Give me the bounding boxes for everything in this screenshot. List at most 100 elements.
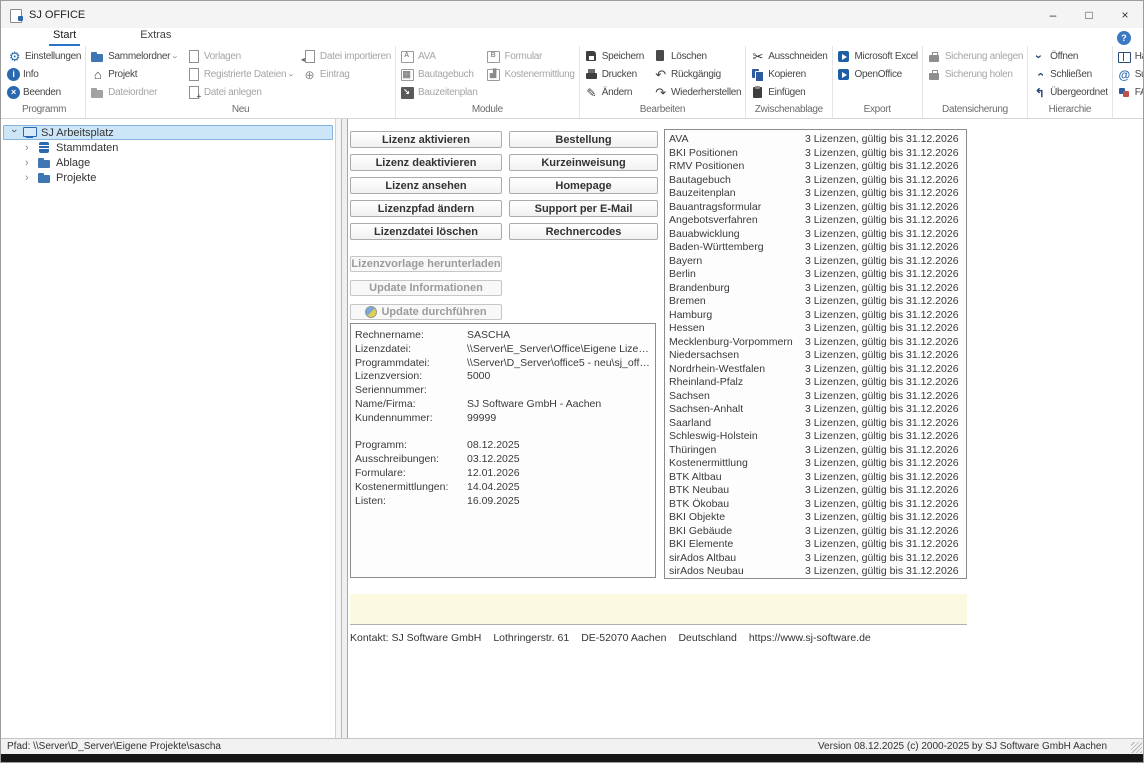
ribbon-item-sammelordner[interactable]: Sammelordner›: [90, 48, 177, 65]
license-row[interactable]: AVA3 Lizenzen, gültig bis 31.12.2026: [669, 133, 962, 147]
lizenzdatei-loschen-button[interactable]: Lizenzdatei löschen: [350, 223, 502, 240]
license-row[interactable]: Rheinland-Pfalz3 Lizenzen, gültig bis 31…: [669, 376, 962, 390]
lizenzpfad-andern-button[interactable]: Lizenzpfad ändern: [350, 200, 502, 217]
ribbon-item-faq[interactable]: FAQ: [1117, 84, 1143, 101]
lizenz-aktivieren-button[interactable]: Lizenz aktivieren: [350, 131, 502, 148]
license-row[interactable]: Angebotsverfahren3 Lizenzen, gültig bis …: [669, 214, 962, 228]
window-controls: – □ ×: [1035, 1, 1143, 28]
kurzeinweisung-button[interactable]: Kurzeinweisung: [509, 154, 658, 171]
ribbon-item-label: Eintrag: [320, 69, 350, 80]
license-row[interactable]: BKI Positionen3 Lizenzen, gültig bis 31.…: [669, 147, 962, 161]
tree-expander-icon[interactable]: ›: [25, 142, 33, 154]
license-list: AVA3 Lizenzen, gültig bis 31.12.2026BKI …: [664, 129, 967, 579]
ribbon-item-openoffice[interactable]: OpenOffice: [837, 66, 918, 83]
license-row[interactable]: sirAdos Altbau3 Lizenzen, gültig bis 31.…: [669, 552, 962, 566]
license-row[interactable]: BKI Objekte3 Lizenzen, gültig bis 31.12.…: [669, 511, 962, 525]
ribbon-item-wiederherstellen[interactable]: ↷Wiederherstellen: [653, 84, 741, 101]
ribbon-group-caption: Neu: [90, 103, 391, 118]
bestellung-button[interactable]: Bestellung: [509, 131, 658, 148]
license-row[interactable]: Bauabwicklung3 Lizenzen, gültig bis 31.1…: [669, 228, 962, 242]
license-row[interactable]: Schleswig-Holstein3 Lizenzen, gültig bis…: [669, 430, 962, 444]
license-row[interactable]: BTK Ökobau3 Lizenzen, gültig bis 31.12.2…: [669, 498, 962, 512]
ribbon-item-loschen[interactable]: Löschen: [653, 48, 741, 65]
ribbon-item-offnen[interactable]: ›Öffnen: [1032, 48, 1108, 65]
ribbon-item-andern[interactable]: ✎Ändern: [584, 84, 644, 101]
lizenz-deaktivieren-button[interactable]: Lizenz deaktivieren: [350, 154, 502, 171]
info-label: Lizenzdatei:: [355, 343, 467, 357]
info-row: Kundennummer:99999: [355, 412, 651, 426]
license-row[interactable]: Bauzeitenplan3 Lizenzen, gültig bis 31.1…: [669, 187, 962, 201]
license-row[interactable]: Bayern3 Lizenzen, gültig bis 31.12.2026: [669, 255, 962, 269]
license-row[interactable]: Thüringen3 Lizenzen, gültig bis 31.12.20…: [669, 444, 962, 458]
license-row[interactable]: Brandenburg3 Lizenzen, gültig bis 31.12.…: [669, 282, 962, 296]
info-row: Programm:08.12.2025: [355, 439, 651, 453]
license-row[interactable]: BKI Gebäude3 Lizenzen, gültig bis 31.12.…: [669, 525, 962, 539]
ribbon-item-ruckgangig[interactable]: ↶Rückgängig: [653, 66, 741, 83]
license-row[interactable]: BTK Altbau3 Lizenzen, gültig bis 31.12.2…: [669, 471, 962, 485]
license-row[interactable]: Bremen3 Lizenzen, gültig bis 31.12.2026: [669, 295, 962, 309]
license-name: BKI Positionen: [669, 147, 805, 161]
ribbon-item-projekt[interactable]: ⌂Projekt: [90, 66, 177, 83]
info-row: Rechnername:SASCHA: [355, 329, 651, 343]
ribbon-item-handbucher[interactable]: Handbücher›: [1117, 48, 1143, 65]
homepage-button[interactable]: Homepage: [509, 177, 658, 194]
license-row[interactable]: Baden-Württemberg3 Lizenzen, gültig bis …: [669, 241, 962, 255]
license-row[interactable]: Mecklenburg-Vorpommern3 Lizenzen, gültig…: [669, 336, 962, 350]
tree-expander-icon[interactable]: ›: [8, 129, 20, 137]
license-row[interactable]: Niedersachsen3 Lizenzen, gültig bis 31.1…: [669, 349, 962, 363]
ribbon-item-einstellungen[interactable]: ⚙Einstellungen: [7, 48, 81, 65]
support-per-e-mail-button[interactable]: Support per E-Mail: [509, 200, 658, 217]
tree-scrollbar[interactable]: [335, 119, 341, 738]
tab-start[interactable]: Start: [49, 29, 80, 46]
tab-extras[interactable]: Extras: [136, 29, 175, 46]
license-row[interactable]: Saarland3 Lizenzen, gültig bis 31.12.202…: [669, 417, 962, 431]
license-row[interactable]: Sachsen-Anhalt3 Lizenzen, gültig bis 31.…: [669, 403, 962, 417]
license-row[interactable]: Sachsen3 Lizenzen, gültig bis 31.12.2026: [669, 390, 962, 404]
license-row[interactable]: Kostenermittlung3 Lizenzen, gültig bis 3…: [669, 457, 962, 471]
ribbon-item-speichern[interactable]: Speichern: [584, 48, 644, 65]
tree-expander-icon[interactable]: ›: [25, 172, 33, 184]
license-row[interactable]: Bautagebuch3 Lizenzen, gültig bis 31.12.…: [669, 174, 962, 188]
ribbon-item-ubergeordnet[interactable]: ↰Übergeordnet: [1032, 84, 1108, 101]
ribbon-item-support[interactable]: @Support: [1117, 66, 1143, 83]
license-row[interactable]: RMV Positionen3 Lizenzen, gültig bis 31.…: [669, 160, 962, 174]
ribbon-item-label: Bautagebuch: [418, 69, 474, 80]
lizenz-ansehen-button[interactable]: Lizenz ansehen: [350, 177, 502, 194]
license-status: 3 Lizenzen, gültig bis 31.12.2026: [805, 498, 962, 512]
license-row[interactable]: Hamburg3 Lizenzen, gültig bis 31.12.2026: [669, 309, 962, 323]
rechnercodes-button[interactable]: Rechnercodes: [509, 223, 658, 240]
button-label: Lizenzdatei löschen: [374, 226, 478, 238]
license-row[interactable]: Bauantragsformular3 Lizenzen, gültig bis…: [669, 201, 962, 215]
tree-expander-icon[interactable]: ›: [25, 157, 33, 169]
license-row[interactable]: sirAdos Neubau3 Lizenzen, gültig bis 31.…: [669, 565, 962, 579]
delete-file-icon: [653, 49, 668, 64]
tree-item-stammdaten[interactable]: ›Stammdaten: [3, 140, 333, 155]
license-row[interactable]: Berlin3 Lizenzen, gültig bis 31.12.2026: [669, 268, 962, 282]
license-row[interactable]: BTK Neubau3 Lizenzen, gültig bis 31.12.2…: [669, 484, 962, 498]
tree-item-sj-arbeitsplatz[interactable]: ›SJ Arbeitsplatz: [3, 125, 333, 140]
resize-grip[interactable]: [1131, 742, 1142, 753]
license-status: 3 Lizenzen, gültig bis 31.12.2026: [805, 417, 962, 431]
maximize-button[interactable]: □: [1071, 1, 1107, 28]
ribbon-item-beenden[interactable]: ×Beenden: [7, 84, 81, 101]
tree-item-projekte[interactable]: ›Projekte: [3, 170, 333, 185]
tree-item-ablage[interactable]: ›Ablage: [3, 155, 333, 170]
ribbon-item-einfugen[interactable]: Einfügen: [750, 84, 827, 101]
ribbon-item-label: Kostenermittlung: [504, 69, 574, 80]
ribbon-item-schliessen[interactable]: ›Schließen: [1032, 66, 1108, 83]
printer-icon: [584, 67, 599, 82]
ribbon-item-ausschneiden[interactable]: ✂Ausschneiden: [750, 48, 827, 65]
help-icon[interactable]: ?: [1117, 31, 1131, 45]
ribbon-item-drucken[interactable]: Drucken: [584, 66, 644, 83]
minimize-button[interactable]: –: [1035, 1, 1071, 28]
close-button[interactable]: ×: [1107, 1, 1143, 28]
license-name: sirAdos Neubau: [669, 565, 805, 579]
ribbon-item-label: Formular: [504, 51, 542, 62]
license-row[interactable]: Nordrhein-Westfalen3 Lizenzen, gültig bi…: [669, 363, 962, 377]
license-row[interactable]: BKI Elemente3 Lizenzen, gültig bis 31.12…: [669, 538, 962, 552]
license-row[interactable]: Hessen3 Lizenzen, gültig bis 31.12.2026: [669, 322, 962, 336]
ribbon-item-info[interactable]: iInfo: [7, 66, 81, 83]
ribbon-item-microsoft-excel[interactable]: Microsoft Excel: [837, 48, 918, 65]
license-name: BKI Gebäude: [669, 525, 805, 539]
ribbon-item-kopieren[interactable]: Kopieren: [750, 66, 827, 83]
